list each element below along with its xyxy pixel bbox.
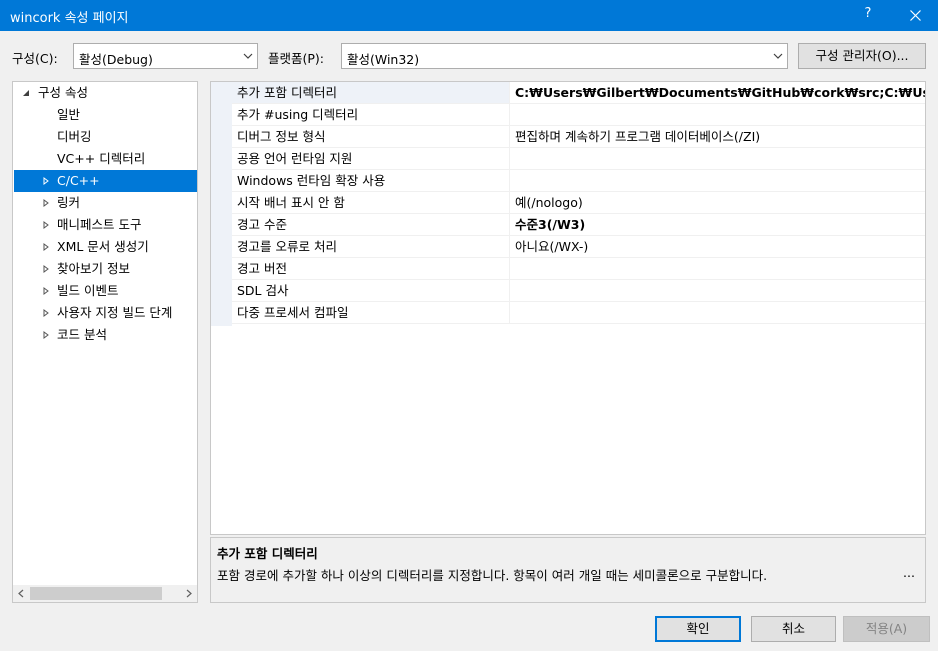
property-row[interactable]: 추가 포함 디렉터리 C:₩Users₩Gilbert₩Documents₩Gi… bbox=[232, 82, 925, 104]
property-row[interactable]: 다중 프로세서 컴파일 bbox=[232, 302, 925, 324]
property-row[interactable]: 경고 수준 수준3(/W3) bbox=[232, 214, 925, 236]
expanded-arrow-icon[interactable] bbox=[22, 89, 30, 97]
config-combo[interactable]: 활성(Debug) bbox=[73, 43, 258, 69]
property-value[interactable]: C:₩Users₩Gilbert₩Documents₩GitHub₩cork₩s… bbox=[511, 82, 925, 103]
property-grid[interactable]: 추가 포함 디렉터리 C:₩Users₩Gilbert₩Documents₩Gi… bbox=[210, 81, 926, 535]
tree-item-label: 사용자 지정 빌드 단계 bbox=[57, 305, 173, 320]
scroll-right-icon[interactable] bbox=[184, 589, 193, 598]
property-name: 디버그 정보 형식 bbox=[232, 126, 510, 147]
property-row[interactable]: 공용 언어 런타임 지원 bbox=[232, 148, 925, 170]
property-tree[interactable]: 구성 속성 일반 디버깅 VC++ 디렉터리 C/C++ 링커 매니페스트 도구… bbox=[12, 81, 198, 603]
property-value[interactable] bbox=[511, 104, 925, 125]
property-name: 다중 프로세서 컴파일 bbox=[232, 302, 510, 323]
property-value[interactable]: 수준3(/W3) bbox=[511, 214, 925, 235]
tree-item-label: 매니페스트 도구 bbox=[57, 217, 142, 232]
scroll-left-icon[interactable] bbox=[17, 589, 26, 598]
grid-row-margin bbox=[211, 82, 232, 326]
close-icon bbox=[910, 10, 921, 21]
property-name: 경고를 오류로 처리 bbox=[232, 236, 510, 257]
property-name: 경고 버전 bbox=[232, 258, 510, 279]
tree-item-label: 코드 분석 bbox=[57, 327, 107, 342]
platform-value: 활성(Win32) bbox=[347, 52, 420, 67]
property-name: SDL 검사 bbox=[232, 280, 510, 301]
tree-item-label: 찾아보기 정보 bbox=[57, 261, 130, 276]
property-row[interactable]: 추가 #using 디렉터리 bbox=[232, 104, 925, 126]
tree-item-label: 일반 bbox=[57, 107, 81, 122]
property-name: 추가 #using 디렉터리 bbox=[232, 104, 510, 125]
collapsed-arrow-icon[interactable] bbox=[42, 309, 50, 317]
config-label: 구성(C): bbox=[12, 51, 58, 66]
tree-item-custom-build-step[interactable]: 사용자 지정 빌드 단계 bbox=[14, 302, 197, 324]
description-body: 포함 경로에 추가할 하나 이상의 디렉터리를 지정합니다. 항목이 여러 개일… bbox=[217, 568, 768, 583]
tree-item-code-analysis[interactable]: 코드 분석 bbox=[14, 324, 197, 346]
chevron-down-icon bbox=[243, 53, 253, 59]
collapsed-arrow-icon[interactable] bbox=[42, 221, 50, 229]
tree-item-label: 빌드 이벤트 bbox=[57, 283, 119, 298]
ok-button[interactable]: 확인 bbox=[655, 616, 741, 642]
property-value[interactable] bbox=[511, 280, 925, 301]
tree-item-label: 구성 속성 bbox=[38, 85, 88, 100]
tree-item-browse-info[interactable]: 찾아보기 정보 bbox=[14, 258, 197, 280]
property-row[interactable]: 경고 버전 bbox=[232, 258, 925, 280]
tree-item-build-events[interactable]: 빌드 이벤트 bbox=[14, 280, 197, 302]
tree-item-general[interactable]: 일반 bbox=[14, 104, 197, 126]
tree-item-c-cpp[interactable]: C/C++ bbox=[14, 170, 197, 192]
platform-combo[interactable]: 활성(Win32) bbox=[341, 43, 788, 69]
cancel-button[interactable]: 취소 bbox=[751, 616, 836, 642]
tree-item-label: VC++ 디렉터리 bbox=[57, 151, 146, 166]
apply-button[interactable]: 적용(A) bbox=[843, 616, 930, 642]
property-row[interactable]: 시작 배너 표시 안 함 예(/nologo) bbox=[232, 192, 925, 214]
property-name: 추가 포함 디렉터리 bbox=[232, 82, 510, 103]
property-name: 시작 배너 표시 안 함 bbox=[232, 192, 510, 213]
tree-item-label: 디버깅 bbox=[57, 129, 92, 144]
property-value[interactable] bbox=[511, 302, 925, 323]
property-name: 경고 수준 bbox=[232, 214, 510, 235]
property-value[interactable]: 편집하며 계속하기 프로그램 데이터베이스(/ZI) bbox=[511, 126, 925, 147]
description-title: 추가 포함 디렉터리 bbox=[217, 546, 318, 561]
property-row[interactable]: SDL 검사 bbox=[232, 280, 925, 302]
property-value[interactable] bbox=[511, 148, 925, 169]
collapsed-arrow-icon[interactable] bbox=[42, 199, 50, 207]
config-value: 활성(Debug) bbox=[79, 52, 153, 67]
tree-item-manifest-tool[interactable]: 매니페스트 도구 bbox=[14, 214, 197, 236]
property-name: Windows 런타임 확장 사용 bbox=[232, 170, 510, 191]
property-row[interactable]: Windows 런타임 확장 사용 bbox=[232, 170, 925, 192]
property-value[interactable]: 아니요(/WX-) bbox=[511, 236, 925, 257]
property-row[interactable]: 디버그 정보 형식 편집하며 계속하기 프로그램 데이터베이스(/ZI) bbox=[232, 126, 925, 148]
platform-label: 플랫폼(P): bbox=[268, 51, 325, 66]
property-name: 공용 언어 런타임 지원 bbox=[232, 148, 510, 169]
tree-item-linker[interactable]: 링커 bbox=[14, 192, 197, 214]
tree-item-vc-directories[interactable]: VC++ 디렉터리 bbox=[14, 148, 197, 170]
collapsed-arrow-icon[interactable] bbox=[42, 265, 50, 273]
tree-item-config-properties[interactable]: 구성 속성 bbox=[14, 82, 197, 104]
scrollbar-thumb[interactable] bbox=[30, 587, 162, 600]
chevron-down-icon bbox=[773, 53, 783, 59]
tree-item-label: 링커 bbox=[57, 195, 81, 210]
property-value[interactable] bbox=[511, 258, 925, 279]
title-bar: wincork 속성 페이지 ? bbox=[0, 0, 938, 31]
property-value[interactable]: 예(/nologo) bbox=[511, 192, 925, 213]
tree-item-debugging[interactable]: 디버깅 bbox=[14, 126, 197, 148]
tree-item-label: XML 문서 생성기 bbox=[57, 239, 149, 254]
description-pane: 추가 포함 디렉터리 포함 경로에 추가할 하나 이상의 디렉터리를 지정합니다… bbox=[210, 537, 926, 603]
description-text: 포함 경로에 추가할 하나 이상의 디렉터리를 지정합니다. 항목이 여러 개일… bbox=[217, 565, 917, 584]
description-more: ... bbox=[903, 565, 915, 580]
collapsed-arrow-icon[interactable] bbox=[42, 243, 50, 251]
property-row[interactable]: 경고를 오류로 처리 아니요(/WX-) bbox=[232, 236, 925, 258]
collapsed-arrow-icon[interactable] bbox=[42, 287, 50, 295]
help-button[interactable]: ? bbox=[858, 6, 878, 21]
close-button[interactable] bbox=[893, 0, 938, 31]
collapsed-arrow-icon[interactable] bbox=[42, 331, 50, 339]
property-value[interactable] bbox=[511, 170, 925, 191]
collapsed-arrow-icon[interactable] bbox=[42, 177, 50, 185]
tree-item-xml-doc-generator[interactable]: XML 문서 생성기 bbox=[14, 236, 197, 258]
window-title: wincork 속성 페이지 bbox=[10, 11, 129, 26]
config-manager-button[interactable]: 구성 관리자(O)... bbox=[798, 43, 926, 69]
tree-item-label: C/C++ bbox=[57, 173, 100, 188]
tree-horizontal-scrollbar[interactable] bbox=[13, 585, 197, 602]
